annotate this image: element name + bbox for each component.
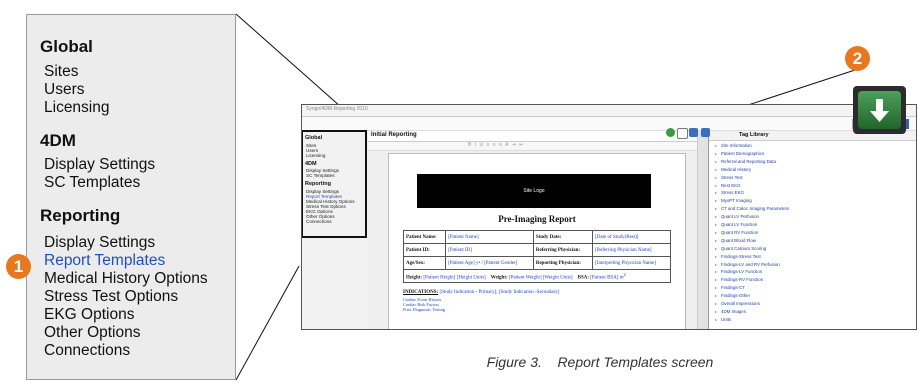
nav-item-display-settings-4dm[interactable]: Display Settings — [44, 156, 155, 174]
nav-item-medical-history-options[interactable]: Medical History Options — [44, 270, 208, 288]
format-toolbar-buttons[interactable]: B I U ≡ ≡ ≡ A ⇥ ⇤ — [468, 142, 524, 148]
tag-library-item[interactable]: Findings-CT — [715, 285, 745, 290]
sidebar-highlight-frame — [302, 130, 367, 238]
nav-heading-reporting: Reporting — [40, 206, 121, 225]
table-cell[interactable]: [Patient Name] — [445, 230, 534, 244]
table-cell[interactable]: [Patient Age] y• / [Patient Gender] — [445, 256, 534, 270]
tag-library-item[interactable]: Medical History — [715, 167, 751, 172]
table-row: Patient Name: [Patient Name] Study Date:… — [402, 230, 671, 244]
editor-scrollbar[interactable] — [697, 131, 708, 329]
editor-area: Initial Reporting B I U ≡ ≡ ≡ A ⇥ ⇤ Site… — [368, 131, 708, 329]
table-cell: Height: [Patient Height] [Height Units] … — [403, 269, 671, 283]
editor-header: Initial Reporting — [368, 131, 708, 142]
table-row: Age/Sex: [Patient Age] y• / [Patient Gen… — [402, 256, 671, 270]
weight-label: Weight: — [490, 275, 508, 281]
tag-library-item[interactable]: Overall Impressions — [715, 301, 760, 306]
indications-line: INDICATIONS: [Study Indication - Primary… — [403, 290, 673, 295]
tag-library-title: Tag Library — [739, 132, 769, 138]
bsa-value[interactable]: [Patient BSA] m — [590, 275, 623, 280]
callout-badge-2: 2 — [845, 46, 870, 71]
app-window: Syngo/4DM Reporting 2010 ✕ Global Sites … — [301, 104, 917, 330]
tag-library-item[interactable]: Findings-RV Function — [715, 277, 763, 282]
nav-item-stress-test-options[interactable]: Stress Test Options — [44, 288, 178, 306]
format-toolbar[interactable]: B I U ≡ ≡ ≡ A ⇥ ⇤ — [368, 142, 708, 151]
print-icon[interactable] — [701, 128, 710, 137]
nav-item-other-options[interactable]: Other Options — [44, 324, 141, 342]
nav-item-display-settings-reporting[interactable]: Display Settings — [44, 234, 155, 252]
tag-library-item[interactable]: Findings-Other — [715, 293, 750, 298]
table-cell: Reporting Physician: — [532, 256, 594, 270]
tag-library-item[interactable]: Quant Calcium Scoring — [715, 246, 766, 251]
document-icon[interactable] — [677, 128, 688, 139]
table-cell: Study Date: — [532, 230, 594, 244]
callout-badge-1: 1 — [6, 254, 31, 279]
tag-library-item[interactable]: Rest EKG — [715, 183, 740, 188]
tag-library-item[interactable]: Quant Blood Flow — [715, 238, 756, 243]
table-cell: Patient Name: — [402, 230, 447, 244]
tag-library-item[interactable]: Referral and Reporting Data — [715, 159, 776, 164]
tag-library-item[interactable]: Stress EKG — [715, 190, 744, 195]
app-titlebar: Syngo/4DM Reporting 2010 — [302, 105, 916, 117]
table-cell[interactable]: [Patient ID] — [445, 243, 534, 257]
tag-library-item[interactable]: Quant LV Perfusion — [715, 214, 759, 219]
table-cell: Age/Sex: — [402, 256, 447, 270]
app-toolbar: ✕ — [302, 117, 916, 131]
download-arrow-icon[interactable] — [858, 91, 901, 129]
bsa-label: BSA: — [577, 275, 590, 281]
zoomed-settings-nav: Global Sites Users Licensing 4DM Display… — [26, 14, 236, 380]
bsa-exponent: 2 — [623, 271, 626, 277]
site-logo-placeholder: Site Logo — [417, 174, 651, 208]
download-small-icon[interactable] — [666, 128, 675, 137]
tag-library-item[interactable]: Units — [715, 317, 731, 322]
report-title: Pre-Imaging Report — [498, 214, 576, 224]
nav-heading-4dm: 4DM — [40, 131, 76, 150]
tag-library-item[interactable]: 4DM Images — [715, 309, 746, 314]
tag-library-item[interactable]: Findings-LV Function — [715, 269, 762, 274]
tag-library-item[interactable]: Stress Test — [715, 175, 743, 180]
figure-caption: Figure 3. Report Templates screen — [486, 354, 714, 370]
indications-value[interactable]: [Study Indication - Primary]; [Study Ind… — [439, 290, 559, 295]
tag-library-list: Site Information Patient Demographics Refe… — [709, 141, 916, 329]
tag-library-pane: Tag Library Site Information Patient Demo… — [697, 131, 916, 329]
nav-heading-global: Global — [40, 37, 93, 56]
nav-item-sc-templates[interactable]: SC Templates — [44, 174, 140, 192]
table-cell[interactable]: [Interpreting Physician Name] — [592, 256, 671, 270]
patient-info-table: Patient Name: [Patient Name] Study Date:… — [402, 230, 671, 283]
nav-item-sites[interactable]: Sites — [44, 63, 78, 81]
list-item[interactable]: Prior Diagnostic Testing — [403, 307, 673, 312]
tag-library-item[interactable]: Findings-LV and RV Perfusion — [715, 262, 780, 267]
nav-item-report-templates[interactable]: Report Templates — [44, 252, 165, 270]
download-arrow-glyph — [870, 99, 889, 122]
tag-library-item[interactable]: CT and Calcic Imaging Parameters — [715, 206, 789, 211]
indications-sublist: Cardiac Event History Cardiac Risk Facto… — [403, 297, 673, 313]
table-row: Height: [Patient Height] [Height Units] … — [403, 269, 671, 283]
nav-item-ekg-options[interactable]: EKG Options — [44, 306, 134, 324]
nav-item-connections[interactable]: Connections — [44, 342, 130, 360]
tag-library-item[interactable]: Quant LV Function — [715, 222, 757, 227]
tag-library-item[interactable]: Quant RV Function — [715, 230, 758, 235]
height-label: Height: — [406, 275, 423, 281]
weight-value[interactable]: [Patient Weight] [Weight Units] — [509, 275, 573, 280]
table-row: Patient ID: [Patient ID] Referring Physi… — [402, 243, 671, 257]
tag-library-item[interactable]: MyoPT Imaging — [715, 198, 752, 203]
save-icon[interactable] — [689, 128, 698, 137]
tag-library-item[interactable]: Findings-Stress Test — [715, 254, 761, 259]
tag-library-item[interactable]: Site Information — [715, 143, 752, 148]
nav-item-licensing[interactable]: Licensing — [44, 99, 110, 117]
tag-library-item[interactable]: Patient Demographics — [715, 151, 764, 156]
table-cell[interactable]: [Date of Study(Rest)] — [592, 230, 671, 244]
editor-title: Initial Reporting — [371, 132, 417, 138]
table-cell: Referring Physician: — [532, 243, 594, 257]
report-document[interactable]: Site Logo Pre-Imaging Report Patient Nam… — [388, 153, 686, 329]
callout-download-zoom — [853, 86, 906, 134]
table-cell: Patient ID: — [402, 243, 447, 257]
nav-item-users[interactable]: Users — [44, 81, 84, 99]
app-window-title: Syngo/4DM Reporting 2010 — [306, 106, 368, 112]
table-cell[interactable]: [Referring Physician Name] — [592, 243, 671, 257]
height-value[interactable]: [Patient Height] [Height Units] — [423, 275, 485, 280]
indications-label: INDICATIONS: — [403, 290, 439, 295]
